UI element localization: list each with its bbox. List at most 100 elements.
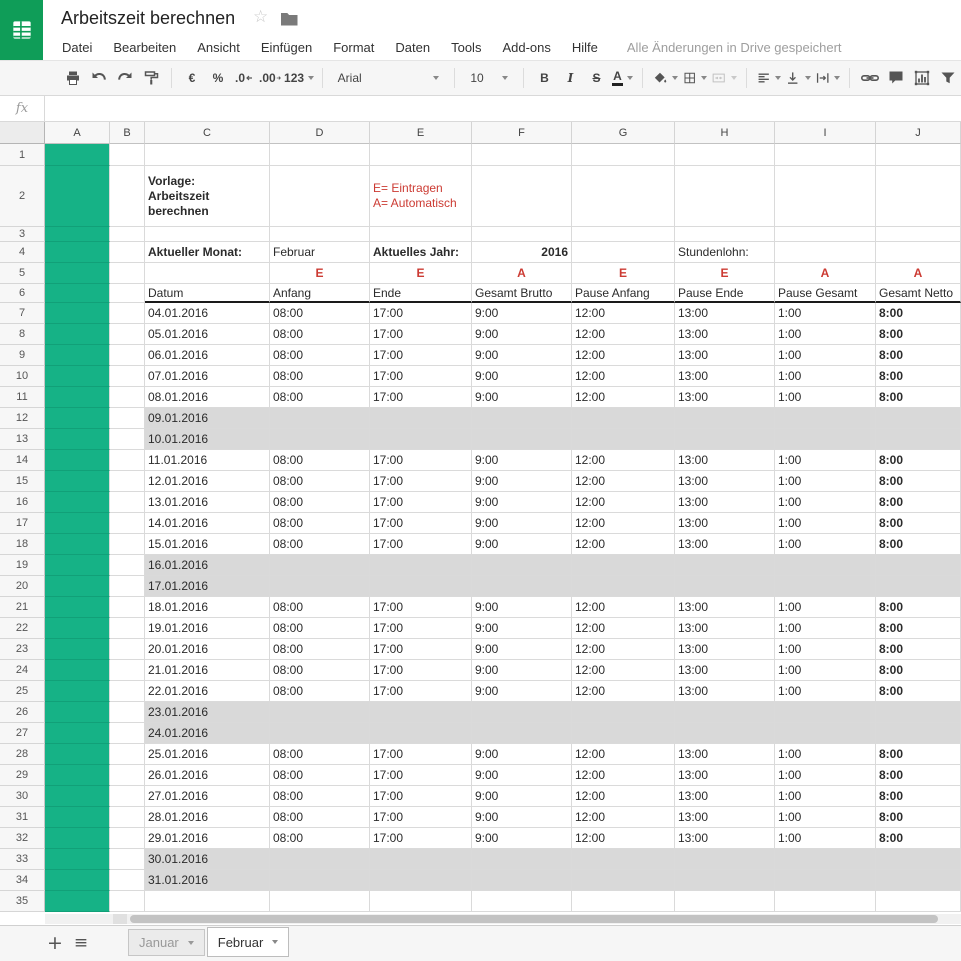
cell-B29[interactable] [110,765,145,786]
cell-D1[interactable] [270,144,370,166]
cell-I5[interactable]: A [775,263,876,284]
cell-G11[interactable]: 12:00 [572,387,675,408]
column-header-D[interactable]: D [270,122,370,144]
cell-G3[interactable] [572,227,675,242]
cell-J14[interactable]: 8:00 [876,450,961,471]
cell-E14[interactable]: 17:00 [370,450,472,471]
cell-I13[interactable] [775,429,876,450]
row-header-33[interactable]: 33 [0,849,45,870]
row-header-2[interactable]: 2 [0,166,45,227]
cell-J33[interactable] [876,849,961,870]
cell-H6[interactable]: Pause Ende [675,284,775,303]
cell-A31[interactable] [45,807,110,828]
cell-J26[interactable] [876,702,961,723]
cell-A7[interactable] [45,303,110,324]
cell-G8[interactable]: 12:00 [572,324,675,345]
menu-format[interactable]: Format [333,40,374,55]
cell-D11[interactable]: 08:00 [270,387,370,408]
cell-H10[interactable]: 13:00 [675,366,775,387]
menu-ansicht[interactable]: Ansicht [197,40,240,55]
cell-E1[interactable] [370,144,472,166]
cell-F16[interactable]: 9:00 [472,492,572,513]
cell-F33[interactable] [472,849,572,870]
cell-J18[interactable]: 8:00 [876,534,961,555]
cell-C16[interactable]: 13.01.2016 [145,492,270,513]
cell-C4[interactable]: Aktueller Monat: [145,242,270,263]
cell-A10[interactable] [45,366,110,387]
cell-I1[interactable] [775,144,876,166]
cell-C31[interactable]: 28.01.2016 [145,807,270,828]
cell-A23[interactable] [45,639,110,660]
cell-G20[interactable] [572,576,675,597]
cell-F31[interactable]: 9:00 [472,807,572,828]
vertical-align-button[interactable] [785,66,811,90]
row-header-22[interactable]: 22 [0,618,45,639]
row-header-13[interactable]: 13 [0,429,45,450]
cell-H1[interactable] [675,144,775,166]
cell-I31[interactable]: 1:00 [775,807,876,828]
cell-J17[interactable]: 8:00 [876,513,961,534]
cell-E27[interactable] [370,723,472,744]
cell-B24[interactable] [110,660,145,681]
cell-D13[interactable] [270,429,370,450]
cell-G34[interactable] [572,870,675,891]
cell-I7[interactable]: 1:00 [775,303,876,324]
cell-E26[interactable] [370,702,472,723]
cell-H35[interactable] [675,891,775,912]
cell-C1[interactable] [145,144,270,166]
number-format-button[interactable]: 123 [284,66,315,90]
cell-I17[interactable]: 1:00 [775,513,876,534]
cell-A6[interactable] [45,284,110,303]
column-header-H[interactable]: H [675,122,775,144]
row-header-27[interactable]: 27 [0,723,45,744]
cell-D10[interactable]: 08:00 [270,366,370,387]
cell-G10[interactable]: 12:00 [572,366,675,387]
redo-button[interactable] [114,66,136,90]
row-header-11[interactable]: 11 [0,387,45,408]
cell-J31[interactable]: 8:00 [876,807,961,828]
cell-B15[interactable] [110,471,145,492]
cell-I34[interactable] [775,870,876,891]
cell-A14[interactable] [45,450,110,471]
row-header-14[interactable]: 14 [0,450,45,471]
cell-E22[interactable]: 17:00 [370,618,472,639]
cell-E9[interactable]: 17:00 [370,345,472,366]
row-header-24[interactable]: 24 [0,660,45,681]
cell-J4[interactable] [876,242,961,263]
cell-F10[interactable]: 9:00 [472,366,572,387]
cell-E15[interactable]: 17:00 [370,471,472,492]
cell-H33[interactable] [675,849,775,870]
cell-D31[interactable]: 08:00 [270,807,370,828]
cell-H30[interactable]: 13:00 [675,786,775,807]
cell-B22[interactable] [110,618,145,639]
cell-B18[interactable] [110,534,145,555]
cell-B7[interactable] [110,303,145,324]
cell-D33[interactable] [270,849,370,870]
cell-F1[interactable] [472,144,572,166]
column-header-G[interactable]: G [572,122,675,144]
cell-C22[interactable]: 19.01.2016 [145,618,270,639]
cell-F30[interactable]: 9:00 [472,786,572,807]
menu-tools[interactable]: Tools [451,40,481,55]
cell-J9[interactable]: 8:00 [876,345,961,366]
cell-H15[interactable]: 13:00 [675,471,775,492]
row-header-6[interactable]: 6 [0,284,45,303]
cell-G7[interactable]: 12:00 [572,303,675,324]
cell-G13[interactable] [572,429,675,450]
cell-C14[interactable]: 11.01.2016 [145,450,270,471]
cell-D24[interactable]: 08:00 [270,660,370,681]
cell-I2[interactable] [775,166,876,227]
cell-J30[interactable]: 8:00 [876,786,961,807]
cell-J6[interactable]: Gesamt Netto [876,284,961,303]
cell-A18[interactable] [45,534,110,555]
horizontal-scrollbar[interactable] [0,913,961,925]
cell-C20[interactable]: 17.01.2016 [145,576,270,597]
merge-cells-button[interactable] [711,66,737,90]
cell-J10[interactable]: 8:00 [876,366,961,387]
column-header-I[interactable]: I [775,122,876,144]
cell-G14[interactable]: 12:00 [572,450,675,471]
cell-E12[interactable] [370,408,472,429]
row-header-34[interactable]: 34 [0,870,45,891]
cell-H29[interactable]: 13:00 [675,765,775,786]
row-header-30[interactable]: 30 [0,786,45,807]
